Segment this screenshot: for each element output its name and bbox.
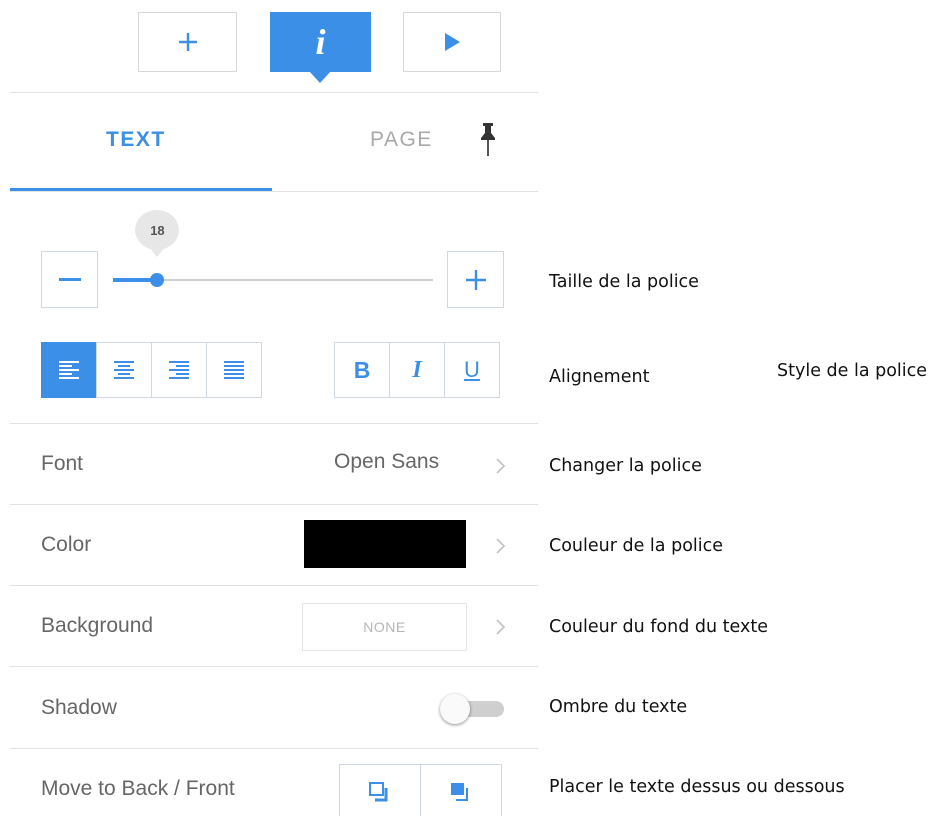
play-icon bbox=[445, 33, 460, 51]
send-to-back-icon bbox=[369, 782, 388, 802]
size-value: 18 bbox=[150, 222, 165, 238]
chevron-right-icon[interactable] bbox=[495, 536, 507, 556]
align-left-icon bbox=[59, 361, 79, 379]
background-value: NONE bbox=[363, 619, 406, 635]
background-label: Background bbox=[41, 614, 154, 637]
pin-icon[interactable] bbox=[480, 123, 496, 162]
divider bbox=[10, 666, 538, 667]
color-label: Color bbox=[41, 533, 92, 556]
decrease-size-button[interactable] bbox=[41, 251, 98, 308]
alignment-group bbox=[41, 342, 262, 398]
size-value-bubble: 18 bbox=[135, 210, 180, 250]
underline-button[interactable]: U bbox=[444, 342, 500, 398]
tab-text[interactable]: TEXT bbox=[106, 128, 166, 152]
annotation-color: Couleur de la police bbox=[549, 536, 724, 556]
annotation-shadow: Ombre du texte bbox=[549, 697, 688, 717]
font-style-group: B I U bbox=[334, 342, 500, 398]
tabs-divider bbox=[10, 191, 538, 192]
minus-icon bbox=[58, 277, 81, 281]
chevron-right-icon[interactable] bbox=[495, 456, 507, 476]
annotation-layer: Placer le texte dessus ou dessous bbox=[549, 777, 845, 797]
annotation-size: Taille de la police bbox=[549, 272, 699, 292]
divider bbox=[10, 423, 538, 424]
bold-icon: B bbox=[353, 356, 371, 383]
align-justify-icon bbox=[224, 361, 244, 379]
size-value-bubble-tail bbox=[150, 248, 165, 257]
font-label: Font bbox=[41, 452, 84, 475]
annotation-font: Changer la police bbox=[549, 456, 702, 476]
info-button-pointer bbox=[309, 71, 331, 83]
align-center-button[interactable] bbox=[96, 342, 152, 398]
info-icon: i bbox=[315, 22, 326, 62]
align-right-button[interactable] bbox=[151, 342, 207, 398]
shadow-label: Shadow bbox=[41, 696, 117, 719]
color-swatch[interactable] bbox=[304, 520, 466, 568]
add-button[interactable] bbox=[138, 12, 237, 72]
italic-button[interactable]: I bbox=[389, 342, 445, 398]
active-tab-indicator bbox=[10, 188, 272, 191]
plus-icon bbox=[178, 33, 197, 51]
play-button[interactable] bbox=[403, 12, 501, 72]
annotation-style: Style de la police bbox=[777, 361, 928, 381]
background-swatch[interactable]: NONE bbox=[302, 603, 467, 651]
align-left-button[interactable] bbox=[41, 342, 97, 398]
toolbar-divider bbox=[10, 92, 538, 93]
annotation-background: Couleur du fond du texte bbox=[549, 617, 768, 637]
chevron-right-icon[interactable] bbox=[495, 617, 507, 637]
divider bbox=[10, 748, 538, 749]
bold-button[interactable]: B bbox=[334, 342, 390, 398]
italic-icon: I bbox=[412, 356, 422, 383]
tab-page[interactable]: PAGE bbox=[370, 128, 433, 152]
move-to-front-button[interactable] bbox=[420, 764, 502, 816]
font-value[interactable]: Open Sans bbox=[334, 450, 439, 474]
divider bbox=[10, 504, 538, 505]
info-button[interactable]: i bbox=[270, 12, 371, 72]
move-to-back-button[interactable] bbox=[339, 764, 421, 816]
annotation-alignment: Alignement bbox=[549, 367, 650, 387]
align-center-icon bbox=[114, 361, 134, 379]
plus-icon bbox=[465, 269, 486, 290]
align-right-icon bbox=[169, 361, 189, 379]
underline-icon: U bbox=[464, 357, 480, 382]
divider bbox=[10, 585, 538, 586]
shadow-toggle-knob[interactable] bbox=[440, 694, 470, 724]
text-properties-panel: i TEXT PAGE 18 B I U Font Open Sans Colo… bbox=[10, 0, 538, 816]
layer-label: Move to Back / Front bbox=[41, 777, 235, 800]
increase-size-button[interactable] bbox=[447, 251, 504, 308]
bring-to-front-icon bbox=[451, 783, 468, 801]
align-justify-button[interactable] bbox=[206, 342, 262, 398]
size-slider-handle[interactable] bbox=[150, 273, 165, 287]
